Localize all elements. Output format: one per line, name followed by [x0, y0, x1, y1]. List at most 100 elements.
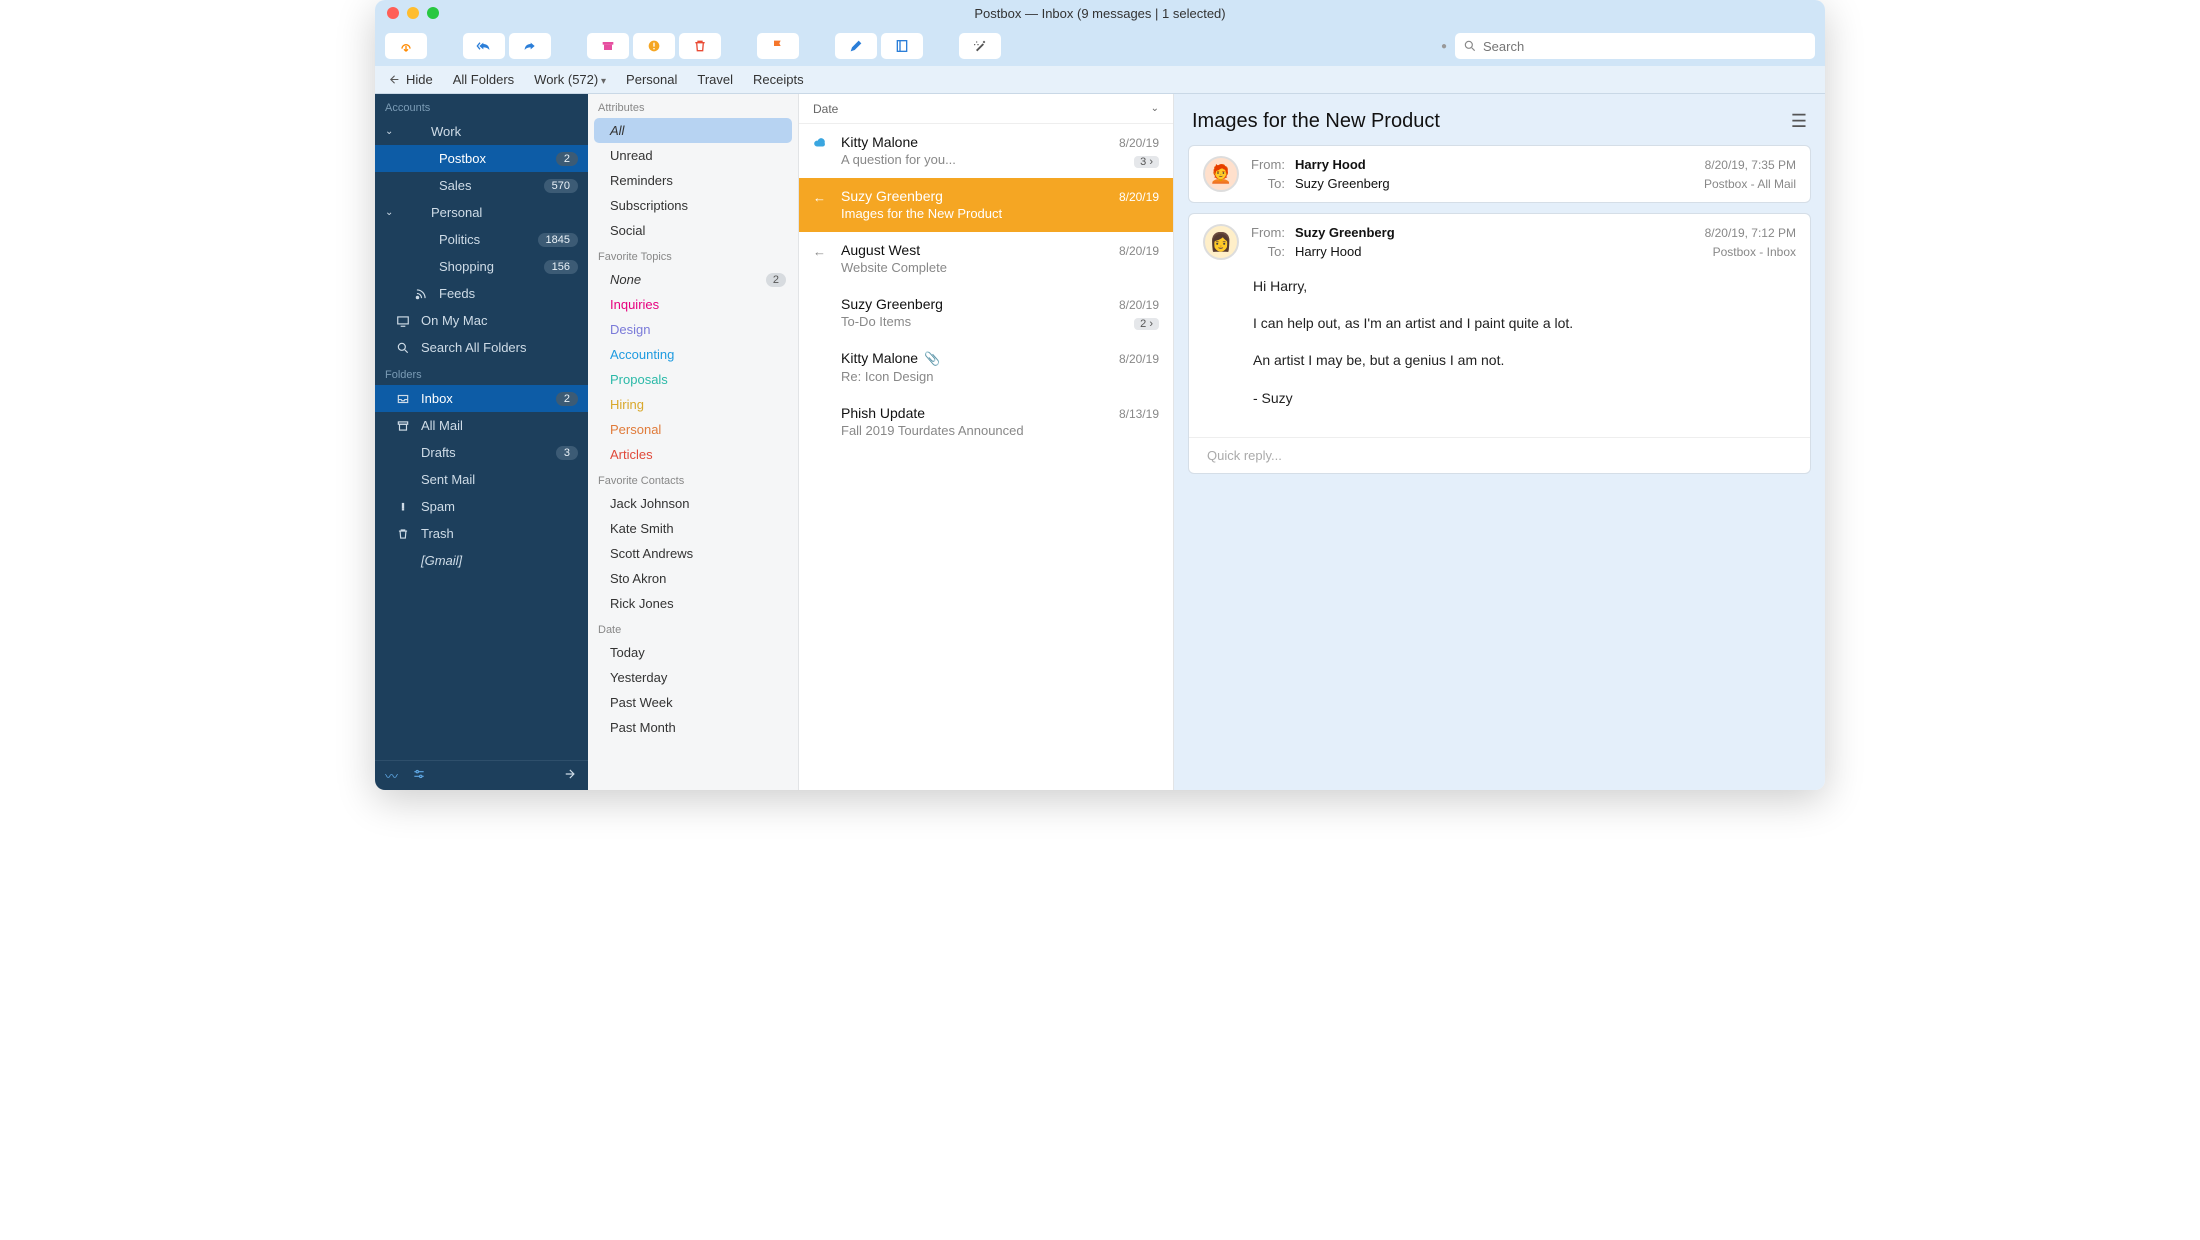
attr-unread[interactable]: Unread — [588, 143, 798, 168]
alert-icon — [395, 500, 411, 514]
sidebar-label: Drafts — [421, 445, 546, 460]
sidebar-folder-sent-mail[interactable]: Sent Mail — [375, 466, 588, 493]
message-from: August West — [841, 242, 1159, 258]
attr-label: None — [610, 272, 766, 287]
attr-label: Personal — [610, 422, 786, 437]
attr-yesterday[interactable]: Yesterday — [588, 665, 798, 690]
fav-receipts[interactable]: Receipts — [753, 72, 804, 87]
message-item[interactable]: ←Suzy GreenbergImages for the New Produc… — [799, 178, 1173, 232]
sidebar-account-politics[interactable]: Politics1845 — [375, 226, 588, 253]
attr-personal[interactable]: Personal — [588, 417, 798, 442]
collapse-icon[interactable] — [564, 767, 578, 784]
message-item[interactable]: Kitty Malone📎Re: Icon Design8/20/19 — [799, 340, 1173, 395]
count-badge: 156 — [544, 260, 578, 274]
fav-personal[interactable]: Personal — [626, 72, 677, 87]
sidebar-account-sales[interactable]: Sales570 — [375, 172, 588, 199]
message-card[interactable]: 🧑‍🦰From:Harry Hood8/20/19, 7:35 PMTo:Suz… — [1188, 145, 1811, 203]
attachment-icon: 📎 — [924, 351, 940, 366]
message-from: Kitty Malone — [841, 134, 1159, 150]
sidebar-label: Feeds — [439, 286, 578, 301]
sidebar-account-postbox[interactable]: Postbox2 — [375, 145, 588, 172]
attr-past-month[interactable]: Past Month — [588, 715, 798, 740]
attr-subscriptions[interactable]: Subscriptions — [588, 193, 798, 218]
sidebar-account-on-my-mac[interactable]: On My Mac — [375, 307, 588, 334]
reply-all-button[interactable] — [463, 33, 505, 59]
sidebar-folder-spam[interactable]: Spam — [375, 493, 588, 520]
sidebar-folder--gmail-[interactable]: [Gmail] — [375, 547, 588, 574]
spam-button[interactable] — [633, 33, 675, 59]
attr-articles[interactable]: Articles — [588, 442, 798, 467]
attr-none[interactable]: None2 — [588, 267, 798, 292]
message-item[interactable]: Phish UpdateFall 2019 Tourdates Announce… — [799, 395, 1173, 449]
sidebar-folder-inbox[interactable]: Inbox2 — [375, 385, 588, 412]
settings-icon[interactable] — [412, 767, 426, 784]
message-card[interactable]: 👩From:Suzy Greenberg8/20/19, 7:12 PMTo:H… — [1188, 213, 1811, 474]
attr-jack-johnson[interactable]: Jack Johnson — [588, 491, 798, 516]
attr-label: Inquiries — [610, 297, 786, 312]
attr-rick-jones[interactable]: Rick Jones — [588, 591, 798, 616]
window-title: Postbox — Inbox (9 messages | 1 selected… — [974, 6, 1225, 21]
attr-scott-andrews[interactable]: Scott Andrews — [588, 541, 798, 566]
attr-social[interactable]: Social — [588, 218, 798, 243]
to-value: Suzy Greenberg — [1295, 176, 1694, 191]
attr-past-week[interactable]: Past Week — [588, 690, 798, 715]
sidebar-account-work[interactable]: ⌄Work — [375, 118, 588, 145]
maximize-window-button[interactable] — [427, 7, 439, 19]
thread-count-badge: 3 › — [1134, 156, 1159, 168]
attr-sto-akron[interactable]: Sto Akron — [588, 566, 798, 591]
message-folder: Postbox - All Mail — [1704, 177, 1796, 191]
attr-reminders[interactable]: Reminders — [588, 168, 798, 193]
quick-action-button[interactable] — [959, 33, 1001, 59]
contacts-button[interactable] — [881, 33, 923, 59]
search-field[interactable] — [1455, 33, 1815, 59]
search-input[interactable] — [1483, 39, 1807, 54]
from-value: Suzy Greenberg — [1295, 225, 1695, 240]
activity-icon[interactable]: 〰 — [385, 766, 398, 785]
attr-design[interactable]: Design — [588, 317, 798, 342]
flag-button[interactable] — [757, 33, 799, 59]
to-value: Harry Hood — [1295, 244, 1695, 259]
attr-hiring[interactable]: Hiring — [588, 392, 798, 417]
fav-all-folders[interactable]: All Folders — [453, 72, 514, 87]
sidebar-account-shopping[interactable]: Shopping 156 — [375, 253, 588, 280]
attr-label: All — [610, 123, 780, 138]
get-mail-button[interactable] — [385, 33, 427, 59]
fav-work[interactable]: Work (572) — [534, 72, 606, 87]
attr-kate-smith[interactable]: Kate Smith — [588, 516, 798, 541]
folder-icon — [395, 554, 411, 568]
archive-button[interactable] — [587, 33, 629, 59]
sidebar-folder-all-mail[interactable]: All Mail — [375, 412, 588, 439]
attr-proposals[interactable]: Proposals — [588, 367, 798, 392]
delete-button[interactable] — [679, 33, 721, 59]
search-icon — [1463, 39, 1477, 53]
reader-menu-icon[interactable]: ☰ — [1791, 111, 1807, 132]
attr-all[interactable]: All — [594, 118, 792, 143]
fav-travel[interactable]: Travel — [697, 72, 733, 87]
message-item[interactable]: Kitty MaloneA question for you...8/20/19… — [799, 124, 1173, 178]
hide-sidebar-button[interactable]: Hide — [387, 72, 433, 87]
message-item[interactable]: ←August WestWebsite Complete8/20/19 — [799, 232, 1173, 286]
message-list-sort[interactable]: Date ⌄ — [799, 94, 1173, 124]
count-badge: 2 — [556, 152, 578, 166]
attr-inquiries[interactable]: Inquiries — [588, 292, 798, 317]
sidebar-account-search-all-folders[interactable]: Search All Folders — [375, 334, 588, 361]
titlebar: Postbox — Inbox (9 messages | 1 selected… — [375, 0, 1825, 26]
count-badge: 2 — [556, 392, 578, 406]
sidebar-label: Shopping — [439, 259, 534, 274]
folders-header: Folders — [375, 361, 588, 385]
message-date: 8/20/19 — [1119, 244, 1159, 258]
count-badge: 570 — [544, 179, 578, 193]
sidebar-account-personal[interactable]: ⌄Personal — [375, 199, 588, 226]
message-item[interactable]: Suzy GreenbergTo-Do Items8/20/192 › — [799, 286, 1173, 340]
forward-button[interactable] — [509, 33, 551, 59]
minimize-window-button[interactable] — [407, 7, 419, 19]
sidebar-account-feeds[interactable]: Feeds — [375, 280, 588, 307]
attr-today[interactable]: Today — [588, 640, 798, 665]
compose-button[interactable] — [835, 33, 877, 59]
archive-icon — [395, 419, 411, 433]
attr-accounting[interactable]: Accounting — [588, 342, 798, 367]
close-window-button[interactable] — [387, 7, 399, 19]
quick-reply-input[interactable]: Quick reply... — [1189, 437, 1810, 473]
sidebar-folder-trash[interactable]: Trash — [375, 520, 588, 547]
sidebar-folder-drafts[interactable]: Drafts3 — [375, 439, 588, 466]
